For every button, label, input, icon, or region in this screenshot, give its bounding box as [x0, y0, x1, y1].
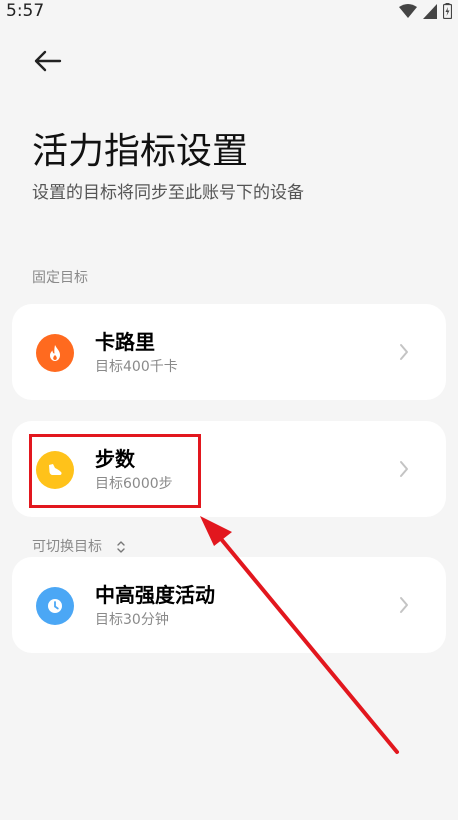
goal-value: 目标6000步 — [95, 476, 173, 492]
section-label-fixed-goals: 固定目标 — [32, 270, 88, 286]
intensity-goal-card[interactable]: 中高强度活动 目标30分钟 — [12, 557, 446, 653]
steps-goal-card[interactable]: 步数 目标6000步 — [12, 421, 446, 517]
wifi-icon — [399, 3, 417, 18]
status-time: 5:57 — [6, 1, 45, 21]
chevron-right-icon — [400, 344, 408, 360]
section-label-switchable-goals[interactable]: 可切换目标 — [32, 537, 126, 557]
chevron-right-icon — [400, 461, 408, 477]
signal-icon — [423, 3, 437, 19]
goal-title: 步数 — [95, 447, 135, 471]
page-subtitle: 设置的目标将同步至此账号下的设备 — [32, 183, 304, 203]
status-icons — [399, 3, 452, 19]
annotation-arrow — [200, 516, 399, 754]
section-label-text: 可切换目标 — [32, 539, 102, 555]
clock-icon — [36, 587, 74, 625]
battery-icon — [443, 3, 452, 19]
page-title: 活力指标设置 — [32, 131, 249, 172]
arrow-left-icon — [34, 50, 62, 72]
goal-title: 卡路里 — [95, 330, 155, 354]
goal-value: 目标400千卡 — [95, 359, 178, 375]
back-button[interactable] — [30, 46, 64, 76]
chevron-right-icon — [400, 597, 408, 613]
flame-icon — [36, 334, 74, 372]
calories-goal-card[interactable]: 卡路里 目标400千卡 — [12, 304, 446, 400]
goal-value: 目标30分钟 — [95, 612, 169, 628]
goal-title: 中高强度活动 — [95, 583, 215, 607]
status-bar: 5:57 — [0, 0, 458, 22]
shoe-icon — [36, 451, 74, 489]
chevron-up-down-icon — [117, 541, 125, 553]
